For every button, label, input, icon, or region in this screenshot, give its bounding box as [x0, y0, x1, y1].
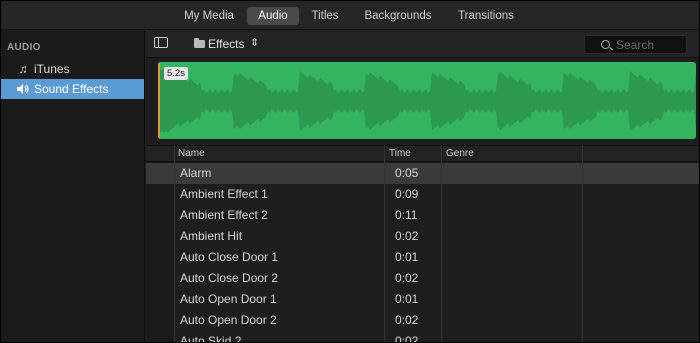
cell-time: 0:11 [395, 208, 418, 222]
folder-label: Effects [208, 37, 245, 51]
sound-effects-table: Name Time Genre Alarm 0:05 Ambient Effect … [146, 145, 699, 342]
column-divider [441, 145, 442, 342]
clip-start-marker [158, 62, 160, 139]
waveform-preview: 5.2s [146, 59, 699, 144]
sidebar-heading: AUDIO [7, 42, 41, 53]
column-divider [384, 145, 385, 342]
waveform-graph [158, 69, 696, 133]
browser-toolbar: Effects ⇕ [146, 31, 699, 58]
table-row[interactable]: Auto Open Door 1 0:01 [146, 289, 699, 310]
sidebar-item-label: iTunes [34, 62, 70, 76]
table-row[interactable]: Ambient Hit 0:02 [146, 226, 699, 247]
cell-name: Auto Close Door 1 [180, 250, 279, 264]
search-input[interactable] [616, 37, 684, 53]
cell-name: Auto Open Door 2 [180, 313, 277, 327]
cell-name: Ambient Effect 2 [180, 208, 268, 222]
table-row[interactable]: Ambient Effect 1 0:09 [146, 184, 699, 205]
cell-time: 0:01 [395, 250, 419, 264]
media-browser-window: My Media Audio Titles Backgrounds Transi… [1, 1, 699, 342]
cell-time: 0:09 [395, 187, 419, 201]
column-header-genre[interactable]: Genre [446, 146, 474, 162]
cell-name: Auto Close Door 2 [180, 271, 279, 285]
table-row[interactable]: Auto Close Door 1 0:01 [146, 247, 699, 268]
table-row[interactable]: Auto Skid 2 0:02 [146, 331, 699, 342]
column-header-name[interactable]: Name [178, 146, 205, 162]
cell-time: 0:02 [395, 271, 419, 285]
table-row[interactable]: Auto Close Door 2 0:02 [146, 268, 699, 289]
waveform-shape [158, 69, 696, 133]
clip-duration-badge: 5.2s [164, 67, 188, 80]
table-row[interactable]: Auto Open Door 2 0:02 [146, 310, 699, 331]
cell-time: 0:05 [395, 166, 419, 180]
cell-name: Auto Open Door 1 [180, 292, 277, 306]
sidebar-item-label: Sound Effects [34, 82, 109, 96]
cell-name: Alarm [180, 166, 212, 180]
sidebar: AUDIO ♫ iTunes Sound Effects [1, 31, 145, 342]
cell-time: 0:02 [395, 334, 419, 342]
table-row[interactable]: Alarm 0:05 [146, 163, 699, 184]
table-row[interactable]: Ambient Effect 2 0:11 [146, 205, 699, 226]
tab-my-media[interactable]: My Media [176, 7, 242, 25]
folder-icon [194, 38, 205, 48]
tab-transitions[interactable]: Transitions [449, 7, 523, 25]
column-divider [174, 145, 175, 342]
music-note-icon: ♫ [18, 62, 28, 76]
cell-time: 0:02 [395, 313, 419, 327]
media-tab-bar: My Media Audio Titles Backgrounds Transi… [1, 1, 699, 30]
updown-chevron-icon: ⇕ [250, 37, 260, 49]
audio-clip-waveform[interactable]: 5.2s [158, 62, 696, 139]
cell-time: 0:01 [395, 292, 419, 306]
sidebar-item-sound-effects[interactable]: Sound Effects [1, 79, 144, 99]
column-header-time[interactable]: Time [389, 146, 411, 162]
main-panel: Effects ⇕ 5.2s Name Time Genre Alarm0:0 [146, 31, 699, 342]
search-field[interactable] [584, 35, 687, 54]
cell-name: Ambient Effect 1 [180, 187, 268, 201]
column-divider [582, 145, 583, 342]
speaker-icon [16, 79, 30, 101]
tab-audio[interactable]: Audio [247, 7, 299, 25]
tab-titles[interactable]: Titles [304, 7, 346, 25]
cell-name: Auto Skid 2 [180, 334, 242, 342]
sidebar-item-itunes[interactable]: ♫ iTunes [1, 59, 144, 79]
cell-name: Ambient Hit [180, 229, 243, 243]
table-header: Name Time Genre [146, 145, 699, 162]
sidebar-toggle-icon[interactable] [154, 37, 168, 48]
tab-backgrounds[interactable]: Backgrounds [358, 7, 438, 25]
search-icon [601, 40, 610, 49]
cell-time: 0:02 [395, 229, 419, 243]
